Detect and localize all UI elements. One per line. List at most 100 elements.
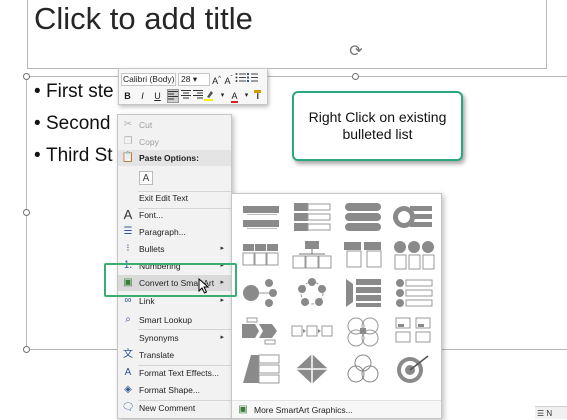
paste-keep-text-only-button[interactable]: A bbox=[118, 170, 231, 188]
smartart-layout-vertical-box-list[interactable] bbox=[287, 198, 337, 236]
bullet-line-2[interactable]: • Second bbox=[34, 113, 110, 135]
smartart-layout-pyramid[interactable] bbox=[236, 350, 286, 388]
instruction-callout: Right Click on existing bulleted list bbox=[292, 91, 463, 161]
smartart-layout-picture-process[interactable] bbox=[389, 312, 439, 350]
format-painter-icon[interactable] bbox=[253, 89, 264, 103]
grow-font-button[interactable]: A^ bbox=[211, 72, 222, 86]
font-size-value: 28 bbox=[181, 73, 191, 84]
font-name-dropdown[interactable]: Calibri (Body) ▾ bbox=[121, 72, 176, 86]
mouse-cursor-icon bbox=[198, 278, 210, 294]
menu-item-exit-edit-text[interactable]: Exit Edit Text bbox=[118, 190, 231, 206]
menu-item-format-shape[interactable]: ◈ Format Shape... bbox=[118, 382, 231, 398]
highlight-outline bbox=[104, 263, 237, 297]
font-name-value: Calibri (Body) bbox=[123, 73, 175, 84]
smartart-layout-horizontal-bullet-list[interactable] bbox=[338, 198, 388, 236]
notes-icon[interactable]: ☰ bbox=[537, 409, 544, 418]
menu-item-cut[interactable]: ✂ Cut bbox=[118, 117, 231, 133]
search-icon: ⌕ bbox=[125, 314, 131, 325]
smartart-layout-hierarchy-list[interactable] bbox=[287, 236, 337, 274]
smartart-layout-vertical-bullet-list[interactable] bbox=[236, 198, 286, 236]
menu-item-copy[interactable]: ❐ Copy bbox=[118, 134, 231, 150]
menu-item-label: Synonyms bbox=[139, 333, 179, 343]
bullet-line-3[interactable]: • Third St bbox=[34, 145, 113, 167]
smartart-layout-matrix[interactable] bbox=[338, 312, 388, 350]
smartart-layout-arrow-process[interactable] bbox=[236, 312, 286, 350]
smartart-layout-basic-process[interactable] bbox=[287, 312, 337, 350]
highlight-dropdown-icon[interactable]: ▾ bbox=[217, 89, 228, 103]
scissors-icon: ✂ bbox=[123, 119, 133, 130]
status-bar: ☰ N bbox=[535, 406, 567, 419]
menu-item-font[interactable]: A Font... bbox=[118, 207, 231, 223]
font-size-dropdown[interactable]: 28 ▾ bbox=[178, 72, 210, 86]
bullet-text[interactable]: Second bbox=[46, 113, 110, 134]
menu-item-label: Smart Lookup bbox=[139, 315, 192, 325]
highlight-color-icon[interactable] bbox=[204, 89, 216, 103]
align-left-icon[interactable] bbox=[167, 89, 179, 103]
smartart-layout-venn[interactable] bbox=[338, 350, 388, 388]
bold-button[interactable]: B bbox=[122, 89, 133, 103]
smartart-submenu: ▣ More SmartArt Graphics... bbox=[231, 193, 442, 419]
menu-item-label: Exit Edit Text bbox=[139, 193, 188, 203]
menu-item-new-comment[interactable]: 🗨 New Comment bbox=[118, 400, 231, 416]
menu-item-smart-lookup[interactable]: ⌕ Smart Lookup bbox=[118, 312, 231, 328]
font-color-label: A bbox=[231, 91, 238, 103]
resize-handle-middle-left[interactable] bbox=[23, 209, 30, 216]
title-placeholder[interactable]: Click to add title bbox=[27, 0, 547, 69]
smartart-layout-circle-process[interactable] bbox=[236, 274, 286, 312]
bullet-line-1[interactable]: • First ste bbox=[34, 81, 114, 103]
status-bar-text[interactable]: N bbox=[546, 409, 552, 418]
menu-item-synonyms[interactable]: Synonyms ▸ bbox=[118, 330, 231, 346]
menu-item-label: Format Shape... bbox=[139, 385, 200, 395]
smartart-layout-segmented-cycle[interactable] bbox=[287, 350, 337, 388]
menu-item-label: Paste Options: bbox=[139, 153, 199, 163]
bullet-text[interactable]: First ste bbox=[46, 81, 114, 102]
bullet-glyph: • bbox=[34, 145, 41, 166]
menu-item-format-text-effects[interactable]: A Format Text Effects... bbox=[118, 365, 231, 381]
font-color-dropdown-icon[interactable]: ▾ bbox=[241, 89, 252, 103]
align-center-icon[interactable] bbox=[180, 89, 191, 103]
smartart-layout-table-list[interactable] bbox=[236, 236, 286, 274]
menu-item-bullets[interactable]: ⁝ Bullets ▸ bbox=[118, 241, 231, 257]
menu-item-label: Copy bbox=[139, 137, 159, 147]
translate-icon: 文 bbox=[123, 349, 133, 360]
smartart-layout-circle-list[interactable] bbox=[389, 236, 439, 274]
smartart-layout-stacked-list[interactable] bbox=[338, 236, 388, 274]
smartart-layout-target-list[interactable] bbox=[389, 198, 439, 236]
smartart-layout-bracket-list[interactable] bbox=[338, 274, 388, 312]
rotate-handle-icon[interactable]: ⟳ bbox=[347, 43, 365, 61]
resize-handle-top-middle[interactable] bbox=[352, 73, 359, 80]
submenu-arrow-icon: ▸ bbox=[220, 334, 224, 341]
align-right-icon[interactable] bbox=[192, 89, 203, 103]
bullets-icon: ⁝ bbox=[126, 243, 130, 254]
menu-item-paragraph[interactable]: ☰ Paragraph... bbox=[118, 224, 231, 240]
title-placeholder-text[interactable]: Click to add title bbox=[34, 1, 253, 37]
smartart-layout-target[interactable] bbox=[389, 350, 439, 388]
paragraph-icon: ☰ bbox=[123, 226, 133, 237]
menu-item-label: Translate bbox=[139, 350, 175, 360]
smartart-layout-vertical-circle-list[interactable] bbox=[389, 274, 439, 312]
menu-item-label: New Comment bbox=[139, 403, 196, 413]
callout-text: Right Click on existing bulleted list bbox=[308, 109, 447, 142]
shrink-font-button[interactable]: Aˇ bbox=[223, 72, 234, 86]
smartart-layout-gallery bbox=[236, 198, 437, 398]
smartart-icon: ▣ bbox=[238, 404, 248, 415]
comment-icon: 🗨 bbox=[121, 402, 135, 413]
resize-handle-top-left[interactable] bbox=[23, 73, 30, 80]
paste-text-only-icon: A bbox=[139, 171, 153, 185]
format-shape-icon: ◈ bbox=[124, 384, 132, 395]
more-smartart-graphics-button[interactable]: ▣ More SmartArt Graphics... bbox=[232, 400, 441, 418]
text-effects-icon: A bbox=[124, 367, 132, 378]
menu-item-label: Paragraph... bbox=[139, 227, 186, 237]
bullet-glyph: • bbox=[34, 113, 41, 134]
italic-button[interactable]: I bbox=[137, 89, 148, 103]
bullets-list-icon[interactable] bbox=[235, 72, 246, 86]
font-icon: A bbox=[123, 207, 133, 222]
font-color-button[interactable]: A bbox=[229, 89, 240, 103]
numbering-list-icon[interactable] bbox=[247, 72, 258, 86]
mini-toolbar: Calibri (Body) ▾ 28 ▾ A^ Aˇ B I U ▾ A ▾ bbox=[118, 68, 268, 105]
smartart-layout-cycle[interactable] bbox=[287, 274, 337, 312]
underline-button[interactable]: U bbox=[152, 89, 163, 103]
resize-handle-bottom-left[interactable] bbox=[23, 346, 30, 353]
bullet-text[interactable]: Third St bbox=[46, 145, 113, 166]
menu-item-translate[interactable]: 文 Translate bbox=[118, 347, 231, 363]
